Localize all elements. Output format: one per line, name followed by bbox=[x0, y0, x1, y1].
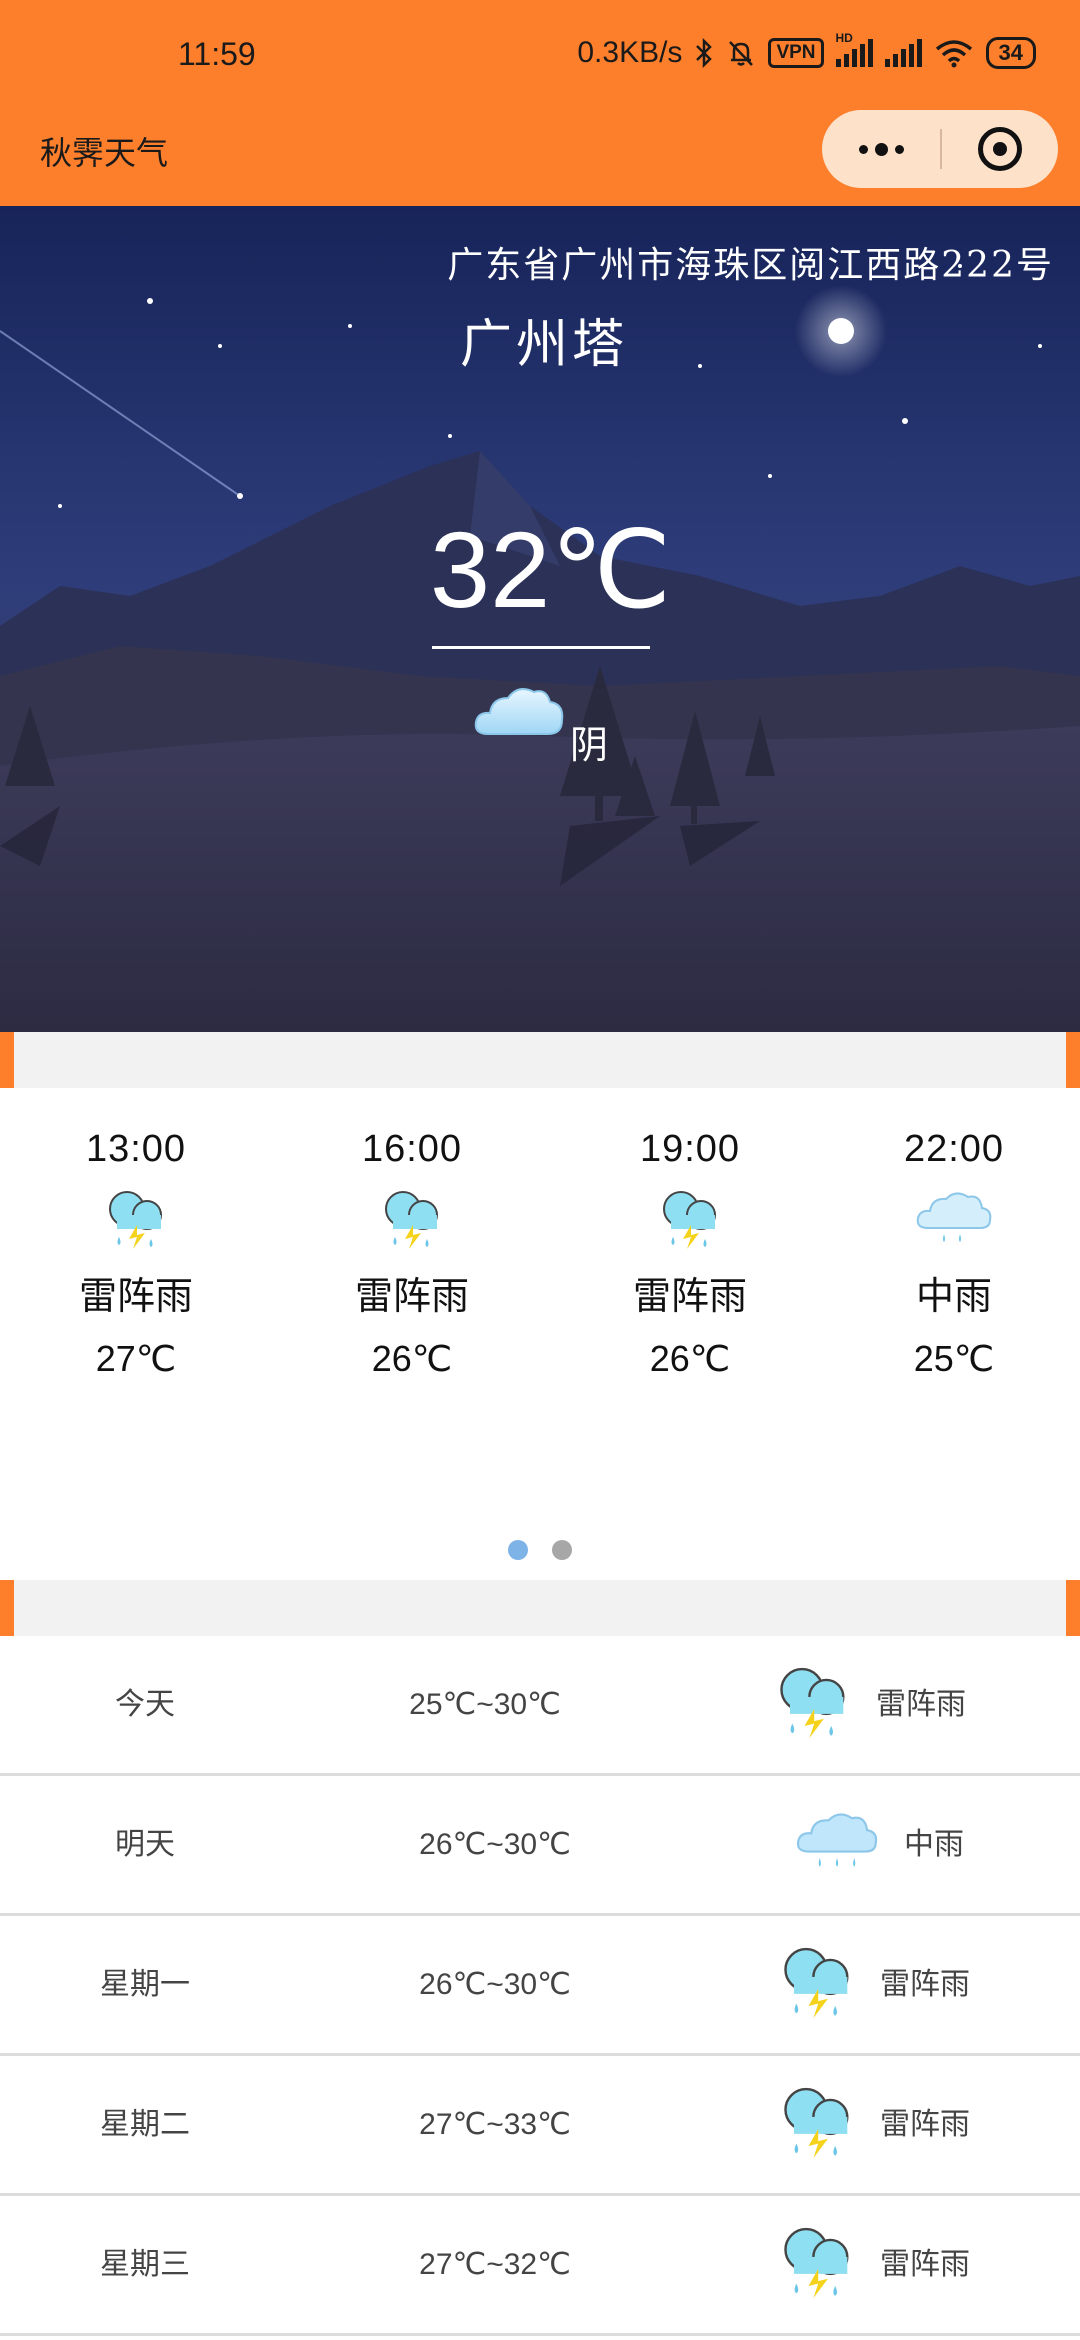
hour-time: 13:00 bbox=[85, 1128, 187, 1170]
hourly-item: 19:00 雷阵雨 26℃ bbox=[590, 1128, 790, 1380]
section-divider bbox=[0, 1580, 1080, 1636]
hour-temperature: 26℃ bbox=[371, 1338, 453, 1379]
carousel-dot-active[interactable] bbox=[508, 1540, 528, 1560]
hd-label: HD bbox=[835, 31, 853, 45]
hour-condition: 雷阵雨 bbox=[632, 1274, 747, 1318]
thunder-rain-icon bbox=[312, 1177, 512, 1263]
thunder-rain-icon bbox=[590, 1177, 790, 1263]
daily-row[interactable]: 明天 26℃~30℃ 中雨 bbox=[0, 1776, 1080, 1916]
day-condition: 雷阵雨 bbox=[876, 1687, 966, 1722]
location-name: 广州塔 bbox=[460, 315, 629, 375]
thunder-rain-icon bbox=[770, 1658, 856, 1748]
hour-temperature: 27℃ bbox=[95, 1338, 177, 1379]
battery-indicator: 34 bbox=[985, 37, 1036, 69]
day-temperature-range: 26℃~30℃ bbox=[419, 1968, 571, 2001]
hour-temperature: 26℃ bbox=[649, 1338, 731, 1379]
day-temperature-range: 26℃~30℃ bbox=[419, 1828, 571, 1861]
day-label: 星期三 bbox=[100, 2247, 190, 2282]
current-temperature: 32℃ bbox=[430, 509, 672, 630]
hourly-item: 16:00 雷阵雨 26℃ bbox=[312, 1128, 512, 1380]
cloud-icon bbox=[474, 688, 564, 735]
hour-condition: 雷阵雨 bbox=[354, 1274, 469, 1318]
thunder-rain-icon bbox=[774, 2218, 860, 2308]
moderate-rain-icon bbox=[794, 1798, 880, 1888]
day-condition: 雷阵雨 bbox=[880, 2247, 970, 2282]
hourly-forecast[interactable]: 13:00 雷阵雨 27℃ 16:00 雷阵雨 26℃ 19:00 雷阵雨 26… bbox=[0, 1088, 1080, 1582]
thunder-rain-icon bbox=[774, 1938, 860, 2028]
more-dots-icon[interactable] bbox=[822, 110, 940, 188]
current-weather-hero: 广东省广州市海珠区阅江西路222号 广州塔 32℃ 阴 bbox=[0, 206, 1080, 1032]
carousel-dot[interactable] bbox=[552, 1540, 572, 1560]
status-icons: 0.3KB/s VPN HD 34 bbox=[577, 31, 1036, 70]
thunder-rain-icon bbox=[774, 2078, 860, 2168]
hourly-item: 13:00 雷阵雨 27℃ bbox=[36, 1128, 236, 1380]
app-title: 秋霁天气 bbox=[40, 134, 169, 172]
daily-row[interactable]: 星期一 26℃~30℃ 雷阵雨 bbox=[0, 1916, 1080, 2056]
bluetooth-icon bbox=[696, 38, 713, 68]
day-label: 明天 bbox=[115, 1827, 175, 1862]
top-bar: 11:59 0.3KB/s VPN HD 34 秋霁天气 bbox=[0, 0, 1080, 206]
hour-time: 19:00 bbox=[639, 1128, 741, 1170]
day-label: 今天 bbox=[115, 1687, 175, 1722]
day-condition: 雷阵雨 bbox=[880, 2107, 970, 2142]
temperature-underline bbox=[432, 646, 650, 649]
hour-time: 16:00 bbox=[361, 1128, 463, 1170]
signal-icon bbox=[884, 39, 922, 67]
daily-row[interactable]: 星期二 27℃~33℃ 雷阵雨 bbox=[0, 2056, 1080, 2196]
network-speed: 0.3KB/s bbox=[577, 36, 683, 69]
hour-temperature: 25℃ bbox=[913, 1338, 995, 1379]
section-divider bbox=[0, 1032, 1080, 1088]
day-label: 星期二 bbox=[100, 2107, 190, 2142]
daily-forecast: 今天 25℃~30℃ 雷阵雨 明天 26℃~30℃ 中雨 星期一 26℃~30℃… bbox=[0, 1636, 1080, 2336]
moderate-rain-icon bbox=[854, 1177, 1054, 1263]
day-temperature-range: 27℃~32℃ bbox=[419, 2248, 571, 2281]
target-close-icon[interactable] bbox=[942, 110, 1058, 188]
current-condition: 阴 bbox=[570, 723, 609, 767]
day-temperature-range: 27℃~33℃ bbox=[419, 2108, 571, 2141]
hourly-item: 22:00 中雨 25℃ bbox=[854, 1128, 1054, 1380]
hour-condition: 雷阵雨 bbox=[78, 1274, 193, 1318]
hour-condition: 中雨 bbox=[915, 1274, 992, 1318]
thunder-rain-icon bbox=[36, 1177, 236, 1263]
day-condition: 中雨 bbox=[904, 1827, 964, 1862]
hd-signal-icon: HD bbox=[835, 31, 873, 67]
mini-program-capsule bbox=[822, 110, 1058, 188]
day-label: 星期一 bbox=[100, 1967, 190, 2002]
carousel-indicator bbox=[0, 1540, 1080, 1560]
hour-time: 22:00 bbox=[903, 1128, 1005, 1170]
vpn-badge: VPN bbox=[768, 38, 824, 68]
status-time: 11:59 bbox=[178, 36, 256, 72]
wifi-icon bbox=[935, 40, 972, 68]
daily-row[interactable]: 星期三 27℃~32℃ 雷阵雨 bbox=[0, 2196, 1080, 2336]
mute-bell-icon bbox=[729, 41, 754, 66]
daily-row[interactable]: 今天 25℃~30℃ 雷阵雨 bbox=[0, 1636, 1080, 1776]
location-address: 广东省广州市海珠区阅江西路222号 bbox=[447, 245, 1054, 286]
day-temperature-range: 25℃~30℃ bbox=[409, 1688, 561, 1721]
day-condition: 雷阵雨 bbox=[880, 1967, 970, 2002]
